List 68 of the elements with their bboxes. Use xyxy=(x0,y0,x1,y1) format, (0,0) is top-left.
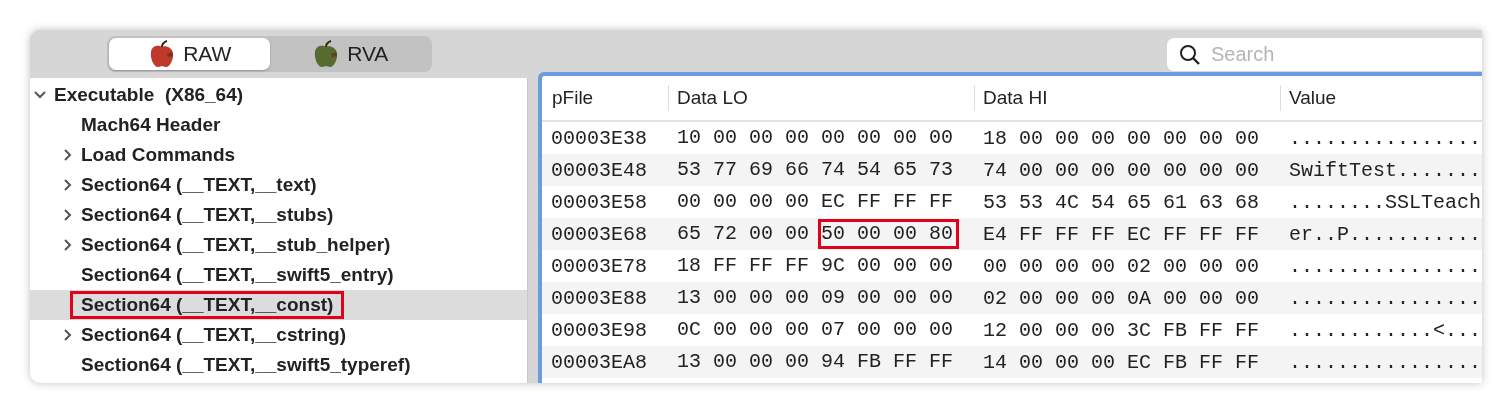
table-cell-text: ........SSLTeach xyxy=(1288,190,1482,214)
table-cell-text: ................ xyxy=(1288,126,1482,150)
table-cell-text: ................ xyxy=(1288,286,1482,310)
tree-item[interactable]: Load Commands xyxy=(30,140,527,170)
tree-item-label: Section64 (__TEXT,__swift5_entry) xyxy=(80,263,395,287)
table-cell-text: 00003E78 xyxy=(550,254,648,278)
tree-item-label: Section64 (__TEXT,__stubs) xyxy=(80,203,335,227)
table-cell-text: 13 00 00 00 xyxy=(676,349,811,375)
tree-item[interactable]: Section64 (__TEXT,__stub_helper) xyxy=(30,230,527,260)
table-cell-text: ................ xyxy=(1288,350,1482,374)
table-cell-text: 10 00 00 00 xyxy=(676,125,811,151)
table-cell-text: er..P........... xyxy=(1288,222,1482,246)
column-header[interactable]: Value xyxy=(1280,85,1482,111)
table-cell-text: 00 00 00 00 xyxy=(820,125,955,151)
table-cell-text: 12 00 00 00 3C FB FF FF xyxy=(982,318,1261,342)
table-cell-text: 65 72 00 00 xyxy=(676,221,811,247)
table-cell-text: 0C 00 00 00 xyxy=(676,317,811,343)
tree-item[interactable]: Section64 (__TEXT,__swift5_entry) xyxy=(30,260,527,290)
table-cell-text: 74 54 65 73 xyxy=(820,157,955,183)
table-cell-text: EC FF FF FF xyxy=(820,189,955,215)
table-cell-text: 13 00 00 00 xyxy=(676,285,811,311)
column-header[interactable]: pFile xyxy=(542,85,668,111)
tree-item[interactable]: Section64 (__TEXT,__const) xyxy=(30,290,527,320)
table-cell-text: E4 FF FF FF EC FF FF FF xyxy=(982,222,1261,246)
segment-button[interactable]: RVA xyxy=(269,38,430,70)
table-cell-text: ................ xyxy=(1288,254,1482,278)
table-cell-text: 00003E38 xyxy=(550,126,648,150)
table-cell-text: 9C 00 00 00 xyxy=(820,253,955,279)
table-cell-text: ............<... xyxy=(1288,318,1482,342)
table-cell-text: 00003E68 xyxy=(550,222,648,246)
tree-item-label: Section64 (__TEXT,__cstring) xyxy=(80,323,348,347)
table-cell-text: 00003E98 xyxy=(550,318,648,342)
table-cell-text: 94 FB FF FF xyxy=(820,349,955,375)
tree-item-label: Load Commands xyxy=(80,143,237,167)
tree-item[interactable]: Section64 (__TEXT,__stubs) xyxy=(30,200,527,230)
table-cell-text: 00 00 00 00 xyxy=(676,189,811,215)
table-cell: 50 00 00 80 xyxy=(818,219,960,249)
tree-item-label: Section64 (__TEXT,__swift5_typeref) xyxy=(80,353,412,377)
table-cell-text: 00003E48 xyxy=(550,158,648,182)
table-cell-text: 00003E58 xyxy=(550,190,648,214)
tree-item-label: Section64 (__TEXT,__stub_helper) xyxy=(80,233,392,257)
column-header[interactable]: Data LO xyxy=(668,85,974,111)
table-cell-text: 02 00 00 00 0A 00 00 00 xyxy=(982,286,1261,310)
table-cell-text: SwiftTest....... xyxy=(1288,158,1482,182)
table-cell-text: 53 77 69 66 xyxy=(676,157,811,183)
tree-item-label: Mach64 Header xyxy=(80,113,222,137)
tree-item[interactable]: Section64 (__TEXT,__text) xyxy=(30,170,527,200)
table-cell-text: 74 00 00 00 00 00 00 00 xyxy=(982,158,1261,182)
table-cell-text: 14 00 00 00 EC FB FF FF xyxy=(982,350,1261,374)
segment-button[interactable]: RAW xyxy=(109,38,270,70)
table-cell-text: 53 53 4C 54 65 61 63 68 xyxy=(982,190,1261,214)
table-cell-text: 09 00 00 00 xyxy=(820,285,955,311)
tree-item[interactable]: Mach64 Header xyxy=(30,110,527,140)
tree-item[interactable]: Section64 (__TEXT,__swift5_typeref) xyxy=(30,350,527,380)
column-header[interactable]: Data HI xyxy=(974,85,1280,111)
table-cell-text: 07 00 00 00 xyxy=(820,317,955,343)
table-cell-text: 18 00 00 00 00 00 00 00 xyxy=(982,126,1261,150)
table-cell-text: 00 00 00 00 02 00 00 00 xyxy=(982,254,1261,278)
tree-item-label: Executable (X86_64) xyxy=(53,83,245,107)
search-icon xyxy=(1179,43,1201,66)
table-cell-text: 18 FF FF FF xyxy=(676,253,811,279)
search-field[interactable]: Search xyxy=(1167,37,1482,71)
tree-item[interactable]: Section64 (__TEXT,__cstring) xyxy=(30,320,527,350)
tree-item[interactable]: Executable (X86_64) xyxy=(30,80,527,110)
tree-item-label: Section64 (__TEXT,__text) xyxy=(80,173,318,197)
tree-item-label: Section64 (__TEXT,__const) xyxy=(70,291,345,319)
table-cell-text: 00003EA8 xyxy=(550,350,648,374)
table-cell-text: 00003E88 xyxy=(550,286,648,310)
